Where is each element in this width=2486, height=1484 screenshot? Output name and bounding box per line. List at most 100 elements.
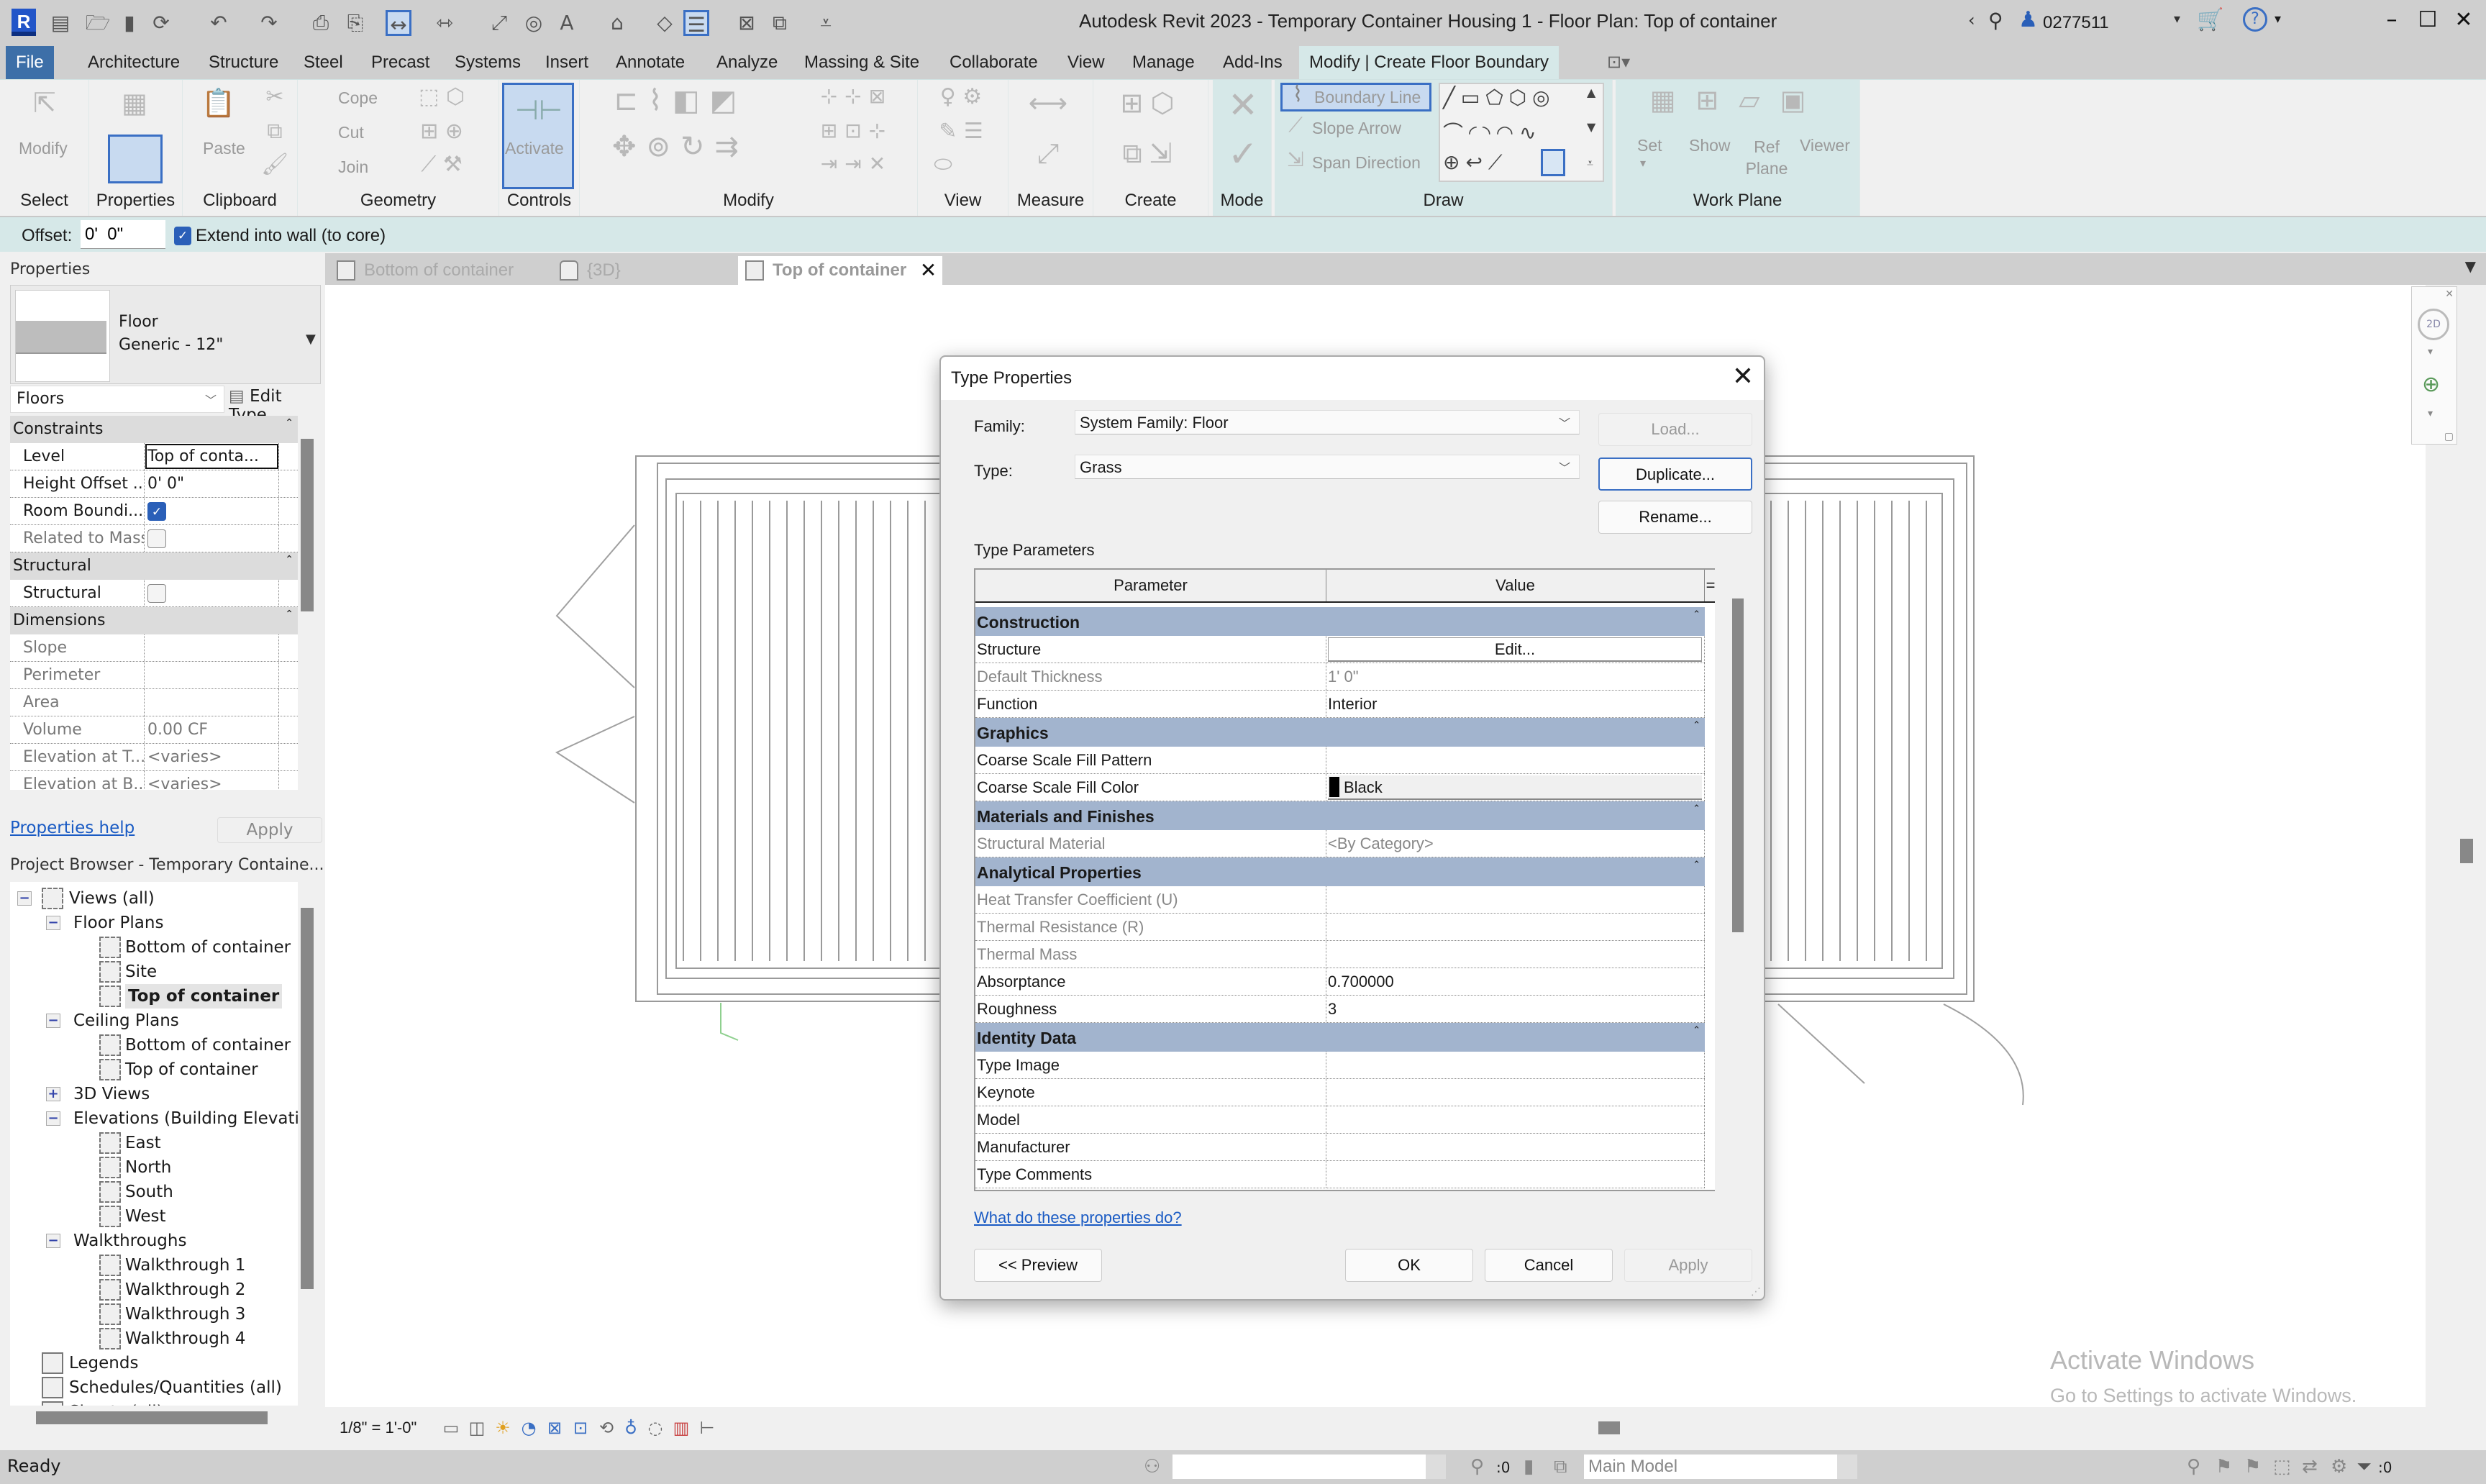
tab-file[interactable]: File bbox=[6, 46, 54, 79]
select-by-face-icon[interactable]: ⬚ bbox=[2273, 1456, 2291, 1478]
pick-walls-icon[interactable] bbox=[1541, 149, 1565, 176]
property-value[interactable]: 0' 0" bbox=[145, 470, 279, 497]
aligned-dimension-icon[interactable]: ⤢ bbox=[1016, 137, 1080, 170]
parameter-group-header[interactable]: Materials and Finishes ⌃ bbox=[975, 801, 1705, 830]
steering-wheel-icon[interactable]: 2D bbox=[2418, 309, 2449, 340]
paint-icon[interactable]: ⟋ ⚒ bbox=[406, 152, 478, 177]
zoom-region-icon[interactable]: ⊕ bbox=[2422, 372, 2440, 397]
property-value[interactable]: ✓ bbox=[145, 498, 279, 524]
extend-into-wall-label[interactable]: Extend into wall (to core) bbox=[196, 226, 386, 246]
property-checkbox[interactable]: ✓ bbox=[147, 502, 166, 521]
browser-node[interactable]: Elevations (Building Elevation bbox=[73, 1106, 298, 1131]
worksets-icon[interactable]: ⚇ bbox=[1144, 1456, 1160, 1478]
dialog-close-button[interactable]: ✕ bbox=[1732, 361, 1754, 391]
view-tab-bottom-of-container[interactable]: Bottom of container bbox=[329, 256, 514, 285]
tab-insert[interactable]: Insert bbox=[535, 46, 598, 79]
collapse-icon[interactable]: ⌃ bbox=[1693, 609, 1700, 620]
browser-node[interactable]: Bottom of container bbox=[125, 935, 291, 960]
create-similar-icons[interactable]: ⧉⇲ bbox=[1101, 137, 1201, 170]
hide-icon[interactable]: ♀ ⚙ bbox=[925, 84, 997, 109]
cancel-button[interactable]: Cancel bbox=[1485, 1249, 1613, 1282]
detail-level-icon[interactable]: ▭ bbox=[440, 1417, 462, 1439]
parameter-value[interactable]: 3 bbox=[1326, 996, 1705, 1022]
ellipse-fillet-pick-icons[interactable]: ⊕↩⟋ bbox=[1443, 150, 1508, 175]
close-tab-icon[interactable]: ✕ bbox=[920, 256, 937, 285]
show-constraints-icon[interactable]: ⊢ bbox=[696, 1417, 718, 1439]
type-dropdown-icon[interactable]: ▼ bbox=[306, 332, 316, 347]
minimize-button[interactable]: – bbox=[2374, 7, 2410, 32]
properties-group-header[interactable]: Constraints ⌃ bbox=[10, 416, 298, 443]
user-icon[interactable]: ♟ bbox=[2018, 7, 2038, 32]
extend-into-wall-checkbox[interactable]: ✓ bbox=[174, 227, 191, 245]
properties-help-link[interactable]: What do these properties do? bbox=[974, 1208, 1182, 1227]
fill-color-button[interactable]: Black bbox=[1328, 775, 1702, 800]
unlocked-3d-view-icon[interactable]: ⟲ bbox=[596, 1417, 617, 1439]
tab-precast[interactable]: Precast bbox=[361, 46, 440, 79]
pin-delete-icons[interactable]: ⇥⇥✕ bbox=[803, 152, 911, 176]
tab-analyze[interactable]: Analyze bbox=[706, 46, 788, 79]
linework-icon[interactable]: ⬭ bbox=[925, 152, 961, 177]
save-icon[interactable]: ▮ bbox=[117, 10, 142, 36]
properties-help-link[interactable]: Properties help bbox=[10, 819, 135, 837]
collapse-icon[interactable]: ⌃ bbox=[1693, 803, 1700, 814]
align-offset-mirror-icons[interactable]: ⊏⌇◧◩ bbox=[587, 84, 774, 117]
close-window-button[interactable]: ✕ bbox=[2446, 7, 2482, 32]
user-dropdown-icon[interactable]: ▾ bbox=[2174, 12, 2180, 27]
tag-icon[interactable]: ◎ bbox=[521, 10, 547, 36]
select-panel-label[interactable]: Select bbox=[0, 188, 88, 214]
tab-list-dropdown-icon[interactable]: ▼ bbox=[2465, 258, 2476, 275]
parameter-value[interactable]: Interior bbox=[1326, 691, 1705, 717]
parameter-value[interactable]: Edit... bbox=[1326, 636, 1705, 663]
set-button[interactable]: Set bbox=[1637, 136, 1662, 155]
wheel-dropdown-icon[interactable]: ▾ bbox=[2428, 346, 2433, 358]
parameter-value[interactable] bbox=[1326, 1079, 1705, 1106]
parameter-value[interactable] bbox=[1326, 1134, 1705, 1160]
nav-bar-options-icon[interactable]: ▢ bbox=[2444, 431, 2454, 442]
parameter-group-header[interactable]: Identity Data ⌃ bbox=[975, 1023, 1705, 1052]
view-scale[interactable]: 1/8" = 1'-0" bbox=[340, 1419, 416, 1437]
temporary-hide-icon[interactable]: ♁ bbox=[620, 1417, 642, 1439]
viewer-button[interactable]: Viewer bbox=[1800, 136, 1850, 155]
family-select[interactable]: System Family: Floor ﹀ bbox=[1075, 410, 1580, 434]
collapse-toggle[interactable]: − bbox=[46, 1234, 60, 1248]
browser-node[interactable]: South bbox=[125, 1180, 173, 1204]
sync-icon[interactable]: ⟳ bbox=[148, 10, 174, 36]
browser-node[interactable]: Site bbox=[125, 960, 157, 984]
property-checkbox[interactable] bbox=[147, 584, 166, 603]
geometry-tools-icon[interactable]: ⬚ ⬡ bbox=[406, 84, 478, 109]
line-rect-polygon-circle-icons[interactable]: ╱▭⬠⬡◎ bbox=[1443, 86, 1556, 109]
collapse-icon[interactable]: ⌃ bbox=[285, 417, 293, 429]
tab-massing-site[interactable]: Massing & Site bbox=[794, 46, 929, 79]
edit-structure-button[interactable]: Edit... bbox=[1328, 637, 1702, 662]
properties-group-header[interactable]: Dimensions ⌃ bbox=[10, 607, 298, 634]
open-icon[interactable]: 🗁 bbox=[85, 10, 111, 36]
nav-bar-close-icon[interactable]: ✕ bbox=[2445, 288, 2454, 300]
browser-node[interactable]: Walkthrough 3 bbox=[125, 1302, 245, 1326]
browser-vertical-scrollbar[interactable] bbox=[301, 908, 314, 1289]
exclude-options-icon[interactable]: ⧉ bbox=[1554, 1456, 1567, 1478]
text-icon[interactable]: A bbox=[554, 10, 580, 36]
slope-arrow-button[interactable]: Slope Arrow ⟋ bbox=[1280, 113, 1431, 145]
parameter-value[interactable] bbox=[1326, 747, 1705, 773]
zoom-dropdown-icon[interactable]: ▾ bbox=[2428, 408, 2433, 419]
collapse-icon[interactable]: ⌃ bbox=[285, 554, 293, 565]
cursor-icon[interactable]: ⇱ bbox=[29, 87, 60, 119]
property-value[interactable] bbox=[145, 580, 279, 606]
apply-button[interactable]: Apply bbox=[1624, 1249, 1752, 1282]
parameter-value[interactable] bbox=[1326, 1106, 1705, 1133]
parameter-group-header[interactable]: Construction ⌃ bbox=[975, 607, 1705, 636]
collapse-icon[interactable]: ⌃ bbox=[1693, 859, 1700, 870]
browser-node[interactable]: Legends bbox=[69, 1351, 138, 1375]
help-icon[interactable]: ? bbox=[2243, 7, 2267, 32]
value-column-header[interactable]: Value bbox=[1326, 570, 1705, 601]
tab-manage[interactable]: Manage bbox=[1122, 46, 1205, 79]
reveal-hidden-icon[interactable]: ◌ bbox=[645, 1417, 666, 1439]
browser-node[interactable]: Walkthroughs bbox=[73, 1229, 186, 1253]
collapse-toggle[interactable]: − bbox=[46, 1014, 60, 1028]
home-icon[interactable]: ▤ bbox=[47, 10, 73, 36]
user-id[interactable]: 0277511 bbox=[2043, 13, 2109, 33]
copy-icon[interactable]: ⧉ bbox=[260, 119, 289, 144]
tab-modify-create-floor-boundary[interactable]: Modify | Create Floor Boundary bbox=[1299, 46, 1560, 79]
load-button[interactable]: Load... bbox=[1598, 413, 1752, 446]
gallery-expand[interactable]: ⩡ bbox=[1587, 156, 1593, 170]
